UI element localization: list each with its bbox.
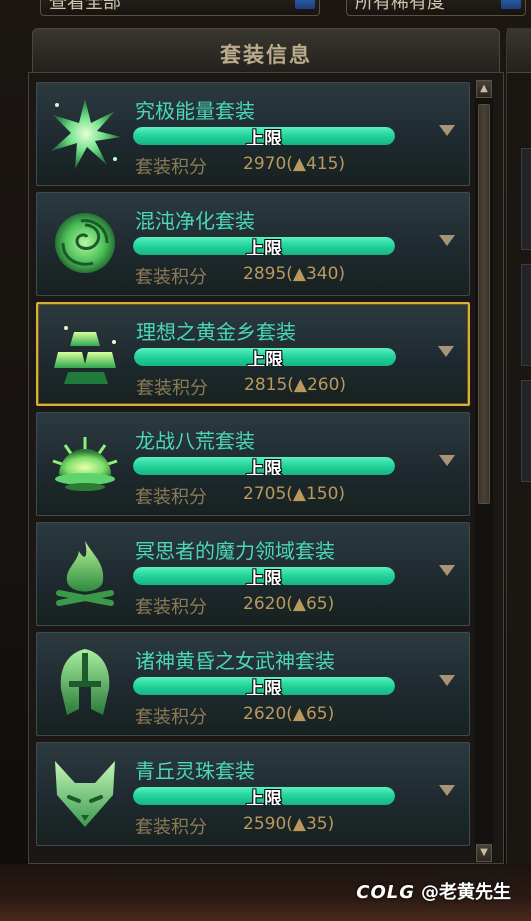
set-score-label: 套装积分 xyxy=(135,157,207,178)
expand-arrow-icon[interactable] xyxy=(439,125,455,136)
set-score-value: 2705 xyxy=(243,484,287,504)
watermark: COLG @老黄先生 xyxy=(356,878,511,904)
set-progress-bar: 上限 xyxy=(133,567,395,585)
sunrise-icon xyxy=(45,423,125,503)
scroll-thumb[interactable] xyxy=(478,104,490,504)
watermark-brand: COLG xyxy=(356,882,415,903)
scroll-up-button[interactable]: ▲ xyxy=(476,80,492,98)
set-card[interactable]: 诸神黄昏之女武神套装上限套装积分 2620(▲65) xyxy=(36,632,470,736)
set-score: 2970(▲415) xyxy=(243,154,345,174)
helmet-icon xyxy=(45,643,125,723)
game-window: 查看全部 所有稀有度 套装信息 ▲ ▼ 究极能量套装 上限 套装积分 2970(▲41… xyxy=(0,0,531,921)
flame-icon xyxy=(45,533,125,613)
set-name: 理想之黄金乡套装 xyxy=(136,320,296,344)
rose-icon xyxy=(45,203,125,283)
set-score-increase: (▲340) xyxy=(286,264,346,284)
set-score-increase: (▲150) xyxy=(286,484,346,504)
set-score-increase: (▲65) xyxy=(286,594,335,614)
panel-title: 套装信息 xyxy=(220,42,312,67)
set-progress-bar: 上限 xyxy=(133,787,395,805)
set-progress-label: 上限 xyxy=(246,129,282,145)
expand-arrow-icon[interactable] xyxy=(439,565,455,576)
set-card[interactable]: 究极能量套装上限套装积分 2970(▲415) xyxy=(36,82,470,186)
chevron-down-icon xyxy=(501,0,521,9)
set-score-increase: (▲415) xyxy=(286,154,346,174)
view-filter-dropdown[interactable]: 查看全部 xyxy=(40,0,320,16)
set-score: 2895(▲340) xyxy=(243,264,345,284)
scroll-down-button[interactable]: ▼ xyxy=(476,844,492,862)
set-score-label: 套装积分 xyxy=(135,817,207,838)
set-name: 冥思者的魔力领域套装 xyxy=(135,539,335,563)
set-progress-label: 上限 xyxy=(247,350,283,366)
expand-arrow-icon[interactable] xyxy=(438,346,454,357)
set-score-value: 2620 xyxy=(243,594,287,614)
set-score-label: 套装积分 xyxy=(135,267,207,288)
set-score-label: 套装积分 xyxy=(135,487,207,508)
set-name: 龙战八荒套装 xyxy=(135,429,255,453)
set-score: 2815(▲260) xyxy=(244,375,346,395)
expand-arrow-icon[interactable] xyxy=(439,235,455,246)
set-progress-label: 上限 xyxy=(246,569,282,585)
set-progress-label: 上限 xyxy=(246,459,282,475)
set-score-value: 2590 xyxy=(243,814,287,834)
set-score: 2620(▲65) xyxy=(243,594,334,614)
set-score: 2620(▲65) xyxy=(243,704,334,724)
energy-burst-icon xyxy=(45,93,125,173)
rarity-filter-dropdown[interactable]: 所有稀有度 xyxy=(346,0,526,16)
set-score-value: 2970 xyxy=(243,154,287,174)
view-filter-value: 查看全部 xyxy=(49,0,121,13)
set-score-label: 套装积分 xyxy=(136,378,208,399)
set-progress-label: 上限 xyxy=(246,239,282,255)
set-card[interactable]: 冥思者的魔力领域套装上限套装积分 2620(▲65) xyxy=(36,522,470,626)
set-name: 青丘灵珠套装 xyxy=(135,759,255,783)
expand-arrow-icon[interactable] xyxy=(439,675,455,686)
set-progress-bar: 上限 xyxy=(134,348,396,366)
set-name: 究极能量套装 xyxy=(135,99,255,123)
expand-arrow-icon[interactable] xyxy=(439,455,455,466)
chevron-down-icon xyxy=(295,0,315,9)
set-score-label: 套装积分 xyxy=(135,597,207,618)
set-score-value: 2895 xyxy=(243,264,287,284)
watermark-author: @老黄先生 xyxy=(421,882,511,903)
set-progress-bar: 上限 xyxy=(133,457,395,475)
set-progress-bar: 上限 xyxy=(133,127,395,145)
adjacent-panel-edge xyxy=(506,28,531,872)
fox-icon xyxy=(45,753,125,833)
set-score-increase: (▲260) xyxy=(287,375,347,395)
scrollbar[interactable]: ▲ ▼ xyxy=(475,80,493,862)
set-progress-bar: 上限 xyxy=(133,677,395,695)
set-score-label: 套装积分 xyxy=(135,707,207,728)
set-progress-bar: 上限 xyxy=(133,237,395,255)
expand-arrow-icon[interactable] xyxy=(439,785,455,796)
set-score-increase: (▲35) xyxy=(286,814,335,834)
set-score-increase: (▲65) xyxy=(286,704,335,724)
set-card[interactable]: 理想之黄金乡套装上限套装积分 2815(▲260) xyxy=(36,302,470,406)
set-progress-label: 上限 xyxy=(246,679,282,695)
set-name: 诸神黄昏之女武神套装 xyxy=(135,649,335,673)
set-score: 2590(▲35) xyxy=(243,814,334,834)
set-score-value: 2620 xyxy=(243,704,287,724)
set-name: 混沌净化套装 xyxy=(135,209,255,233)
set-card[interactable]: 混沌净化套装上限套装积分 2895(▲340) xyxy=(36,192,470,296)
set-score: 2705(▲150) xyxy=(243,484,345,504)
panel-header: 套装信息 xyxy=(32,28,500,72)
set-progress-label: 上限 xyxy=(246,789,282,805)
rarity-filter-value: 所有稀有度 xyxy=(355,0,445,13)
gold-bars-icon xyxy=(46,314,126,394)
set-card[interactable]: 龙战八荒套装上限套装积分 2705(▲150) xyxy=(36,412,470,516)
set-score-value: 2815 xyxy=(244,375,288,395)
set-card[interactable]: 青丘灵珠套装上限套装积分 2590(▲35) xyxy=(36,742,470,846)
